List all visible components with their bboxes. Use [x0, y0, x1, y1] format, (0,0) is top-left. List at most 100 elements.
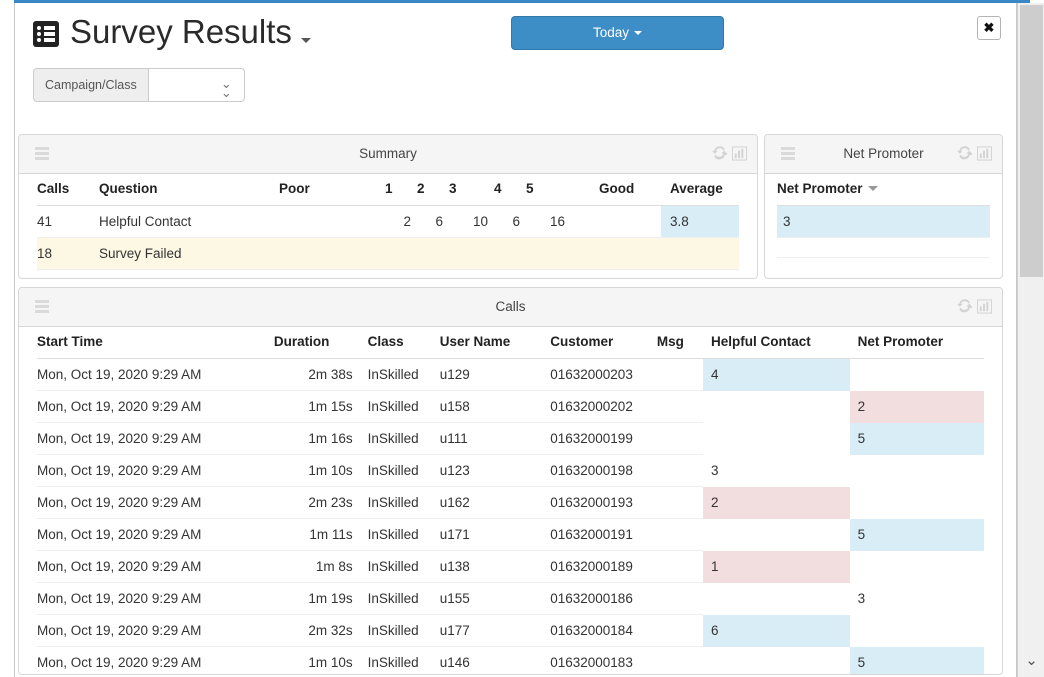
cell-user-name[interactable]: u162	[439, 486, 543, 519]
table-row[interactable]: Mon, Oct 19, 2020 9:29 AM 1m 16s InSkilled…	[37, 422, 984, 455]
cell-class[interactable]: InSkilled	[358, 454, 440, 487]
refresh-icon[interactable]	[957, 146, 972, 161]
cell-class[interactable]: InSkilled	[358, 646, 440, 674]
cell-user-name[interactable]: u111	[439, 422, 543, 455]
col-score-4[interactable]: 4	[494, 174, 526, 206]
close-button[interactable]: ✖	[977, 16, 1001, 40]
cell-start-time[interactable]: Mon, Oct 19, 2020 9:29 AM	[37, 646, 274, 674]
cell-score-2	[417, 237, 449, 270]
cell-duration: 1m 15s	[273, 390, 359, 423]
col-net-promoter[interactable]: Net Promoter	[777, 174, 990, 206]
col-net-promoter[interactable]: Net Promoter	[849, 327, 984, 359]
table-row[interactable]: Mon, Oct 19, 2020 9:29 AM 1m 8s InSkilled u…	[37, 550, 984, 583]
cell-calls[interactable]: 41	[37, 205, 99, 238]
cell-class[interactable]: InSkilled	[358, 550, 440, 583]
hamburger-icon[interactable]	[35, 147, 49, 160]
col-msg[interactable]: Msg	[656, 327, 704, 359]
cell-helpful-contact: 1	[703, 550, 850, 583]
col-calls[interactable]: Calls	[37, 174, 99, 206]
cell-class[interactable]: InSkilled	[358, 518, 440, 551]
cell-user-name[interactable]: u155	[439, 582, 543, 615]
table-row[interactable]: 18 Survey Failed	[37, 237, 739, 270]
table-row[interactable]: Mon, Oct 19, 2020 9:29 AM 1m 11s InSkilled…	[37, 518, 984, 551]
col-customer[interactable]: Customer	[542, 327, 657, 359]
col-score-5[interactable]: 5	[526, 174, 571, 206]
caret-down-icon[interactable]	[300, 37, 311, 43]
cell-user-name[interactable]: u177	[439, 614, 543, 647]
cell-customer: 01632000198	[542, 454, 657, 487]
cell-start-time[interactable]: Mon, Oct 19, 2020 9:29 AM	[37, 390, 274, 423]
cell-duration: 2m 32s	[273, 614, 359, 647]
table-row[interactable]: Mon, Oct 19, 2020 9:29 AM 1m 10s InSkilled…	[37, 646, 984, 675]
bar-chart-icon[interactable]	[977, 146, 992, 161]
table-row[interactable]: Mon, Oct 19, 2020 9:29 AM 1m 19s InSkilled…	[37, 582, 984, 615]
col-average[interactable]: Average	[661, 174, 739, 206]
cell-class[interactable]: InSkilled	[358, 582, 440, 615]
col-score-2[interactable]: 2	[417, 174, 449, 206]
cell-customer: 01632000193	[542, 486, 657, 519]
cell-start-time[interactable]: Mon, Oct 19, 2020 9:29 AM	[37, 422, 274, 455]
cell-score-4: 6	[494, 205, 526, 238]
col-question[interactable]: Question	[99, 174, 279, 206]
table-row[interactable]: 41 Helpful Contact 2 6 10 6 16 3.8	[37, 205, 739, 238]
cell-start-time[interactable]: Mon, Oct 19, 2020 9:29 AM	[37, 518, 274, 551]
col-score-1[interactable]: 1	[385, 174, 417, 206]
cell-user-name[interactable]: u138	[439, 550, 543, 583]
cell-msg	[656, 486, 704, 519]
chevron-down-icon[interactable]: ⌄	[1018, 651, 1044, 673]
cell-user-name[interactable]: u171	[439, 518, 543, 551]
col-good[interactable]: Good	[571, 174, 661, 206]
col-class[interactable]: Class	[358, 327, 440, 359]
calls-header-row: Start Time Duration Class User Name Cust…	[37, 327, 984, 359]
cell-msg	[656, 614, 704, 647]
vertical-scrollbar[interactable]: ⌄	[1017, 3, 1044, 677]
col-poor[interactable]: Poor	[279, 174, 385, 206]
col-start-time[interactable]: Start Time	[37, 327, 274, 359]
col-user-name[interactable]: User Name	[439, 327, 543, 359]
cell-class[interactable]: InSkilled	[358, 486, 440, 519]
refresh-icon[interactable]	[957, 299, 972, 314]
col-helpful-contact[interactable]: Helpful Contact	[703, 327, 850, 359]
summary-panel-header: Summary	[19, 135, 757, 174]
cell-msg	[656, 454, 704, 487]
cell-class[interactable]: InSkilled	[358, 358, 440, 391]
table-row[interactable]: Mon, Oct 19, 2020 9:29 AM 2m 32s InSkilled…	[37, 614, 984, 647]
cell-start-time[interactable]: Mon, Oct 19, 2020 9:29 AM	[37, 358, 274, 391]
cell-class[interactable]: InSkilled	[358, 422, 440, 455]
cell-duration: 1m 19s	[273, 582, 359, 615]
calls-table-wrap: Start Time Duration Class User Name Cust…	[19, 327, 1002, 675]
cell-customer: 01632000189	[542, 550, 657, 583]
hamburger-icon[interactable]	[35, 300, 49, 313]
table-row[interactable]: Mon, Oct 19, 2020 9:29 AM 1m 15s InSkilled…	[37, 390, 984, 423]
cell-start-time[interactable]: Mon, Oct 19, 2020 9:29 AM	[37, 614, 274, 647]
chevron-double-down-icon: ⌄ ⌄	[220, 76, 232, 100]
table-row[interactable]: Mon, Oct 19, 2020 9:29 AM 2m 23s InSkilled…	[37, 486, 984, 519]
bar-chart-icon[interactable]	[732, 146, 747, 161]
cell-user-name[interactable]: u129	[439, 358, 543, 391]
campaign-class-select[interactable]: ⌄ ⌄	[147, 68, 245, 102]
cell-class[interactable]: InSkilled	[358, 390, 440, 423]
cell-helpful-contact: 2	[703, 486, 850, 519]
cell-calls[interactable]: 18	[37, 237, 99, 270]
table-row[interactable]: Mon, Oct 19, 2020 9:29 AM 2m 38s InSkilled…	[37, 358, 984, 391]
cell-user-name[interactable]: u146	[439, 646, 543, 674]
cell-user-name[interactable]: u123	[439, 454, 543, 487]
scrollbar-thumb[interactable]	[1020, 5, 1043, 277]
bar-chart-icon[interactable]	[977, 299, 992, 314]
table-row[interactable]	[777, 237, 990, 258]
cell-class[interactable]: InSkilled	[358, 614, 440, 647]
cell-start-time[interactable]: Mon, Oct 19, 2020 9:29 AM	[37, 550, 274, 583]
cell-msg	[656, 390, 704, 423]
today-button[interactable]: Today	[511, 16, 724, 50]
cell-user-name[interactable]: u158	[439, 390, 543, 423]
cell-start-time[interactable]: Mon, Oct 19, 2020 9:29 AM	[37, 582, 274, 615]
refresh-icon[interactable]	[712, 146, 727, 161]
cell-start-time[interactable]: Mon, Oct 19, 2020 9:29 AM	[37, 486, 274, 519]
table-row[interactable]: Mon, Oct 19, 2020 9:29 AM 1m 10s InSkilled…	[37, 454, 984, 487]
cell-helpful-contact	[703, 647, 850, 675]
col-score-3[interactable]: 3	[449, 174, 494, 206]
hamburger-icon[interactable]	[781, 147, 795, 160]
cell-start-time[interactable]: Mon, Oct 19, 2020 9:29 AM	[37, 454, 274, 487]
table-row[interactable]: 3	[777, 205, 990, 238]
col-duration[interactable]: Duration	[273, 327, 359, 359]
